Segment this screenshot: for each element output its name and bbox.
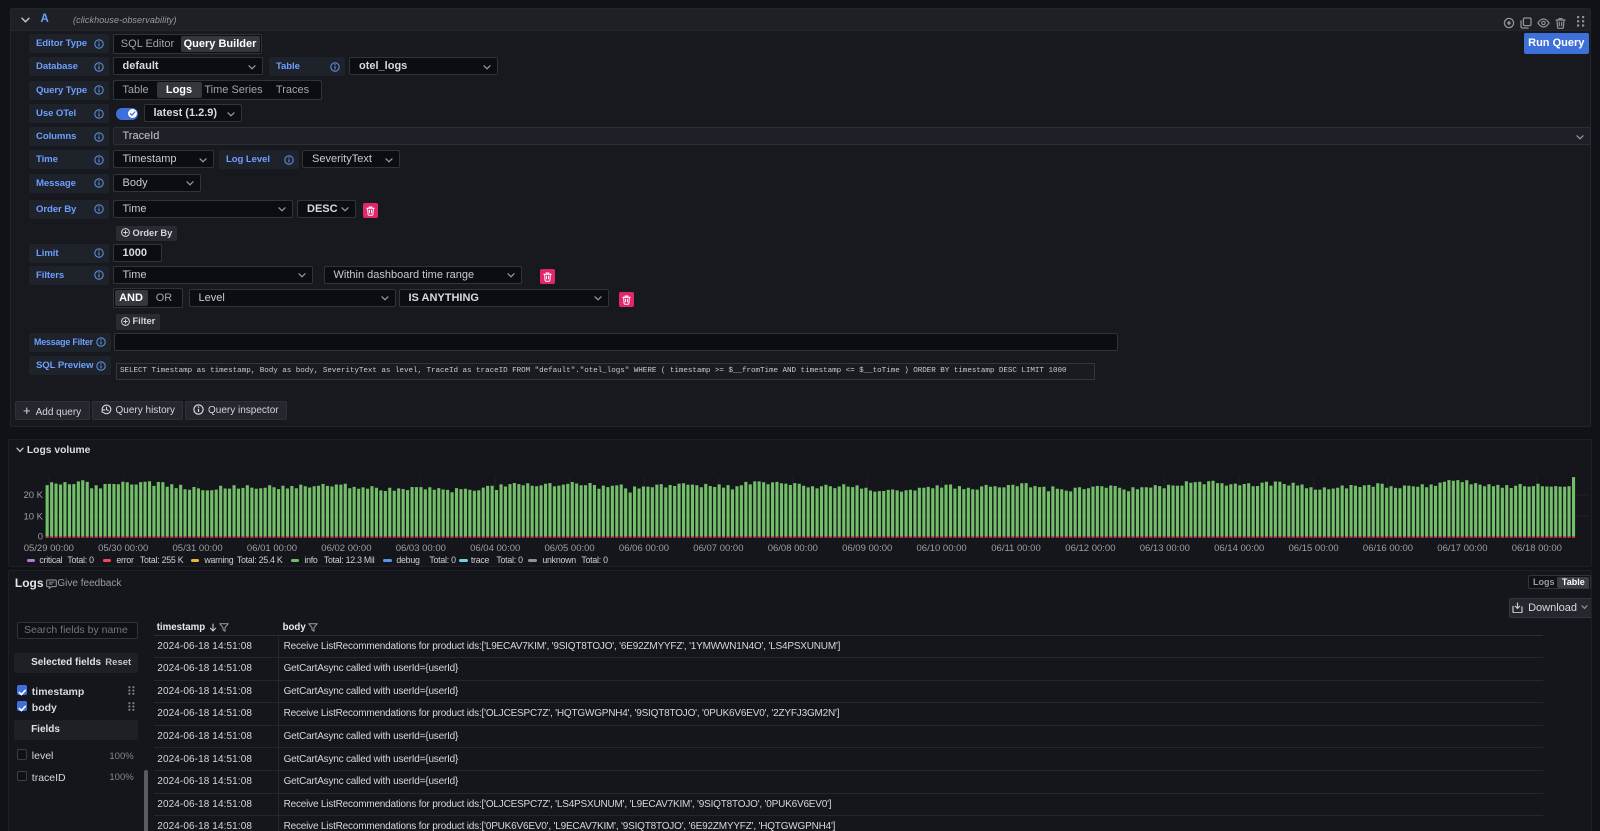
svg-text:06/16 00:00: 06/16 00:00: [1363, 542, 1413, 553]
svg-text:06/18 00:00: 06/18 00:00: [1512, 542, 1562, 553]
svg-text:06/17 00:00: 06/17 00:00: [1438, 542, 1488, 553]
svg-text:06/06 00:00: 06/06 00:00: [619, 542, 669, 553]
svg-text:06/09 00:00: 06/09 00:00: [842, 542, 892, 553]
svg-text:06/04 00:00: 06/04 00:00: [470, 542, 520, 553]
svg-text:10 K: 10 K: [24, 511, 44, 522]
svg-text:06/07 00:00: 06/07 00:00: [694, 542, 744, 553]
svg-text:06/10 00:00: 06/10 00:00: [917, 542, 967, 553]
svg-text:06/03 00:00: 06/03 00:00: [396, 542, 446, 553]
svg-text:06/15 00:00: 06/15 00:00: [1289, 542, 1339, 553]
svg-text:05/30 00:00: 05/30 00:00: [98, 542, 148, 553]
svg-text:06/13 00:00: 06/13 00:00: [1140, 542, 1190, 553]
svg-text:0: 0: [38, 531, 43, 542]
svg-text:20 K: 20 K: [24, 490, 44, 501]
svg-text:06/02 00:00: 06/02 00:00: [322, 542, 372, 553]
svg-text:06/05 00:00: 06/05 00:00: [545, 542, 595, 553]
svg-text:06/08 00:00: 06/08 00:00: [768, 542, 818, 553]
svg-text:06/11 00:00: 06/11 00:00: [992, 542, 1041, 553]
svg-text:05/29 00:00: 05/29 00:00: [24, 542, 74, 553]
svg-text:06/01 00:00: 06/01 00:00: [247, 542, 297, 553]
svg-text:06/12 00:00: 06/12 00:00: [1066, 542, 1116, 553]
svg-text:06/14 00:00: 06/14 00:00: [1214, 542, 1264, 553]
svg-text:05/31 00:00: 05/31 00:00: [173, 542, 223, 553]
